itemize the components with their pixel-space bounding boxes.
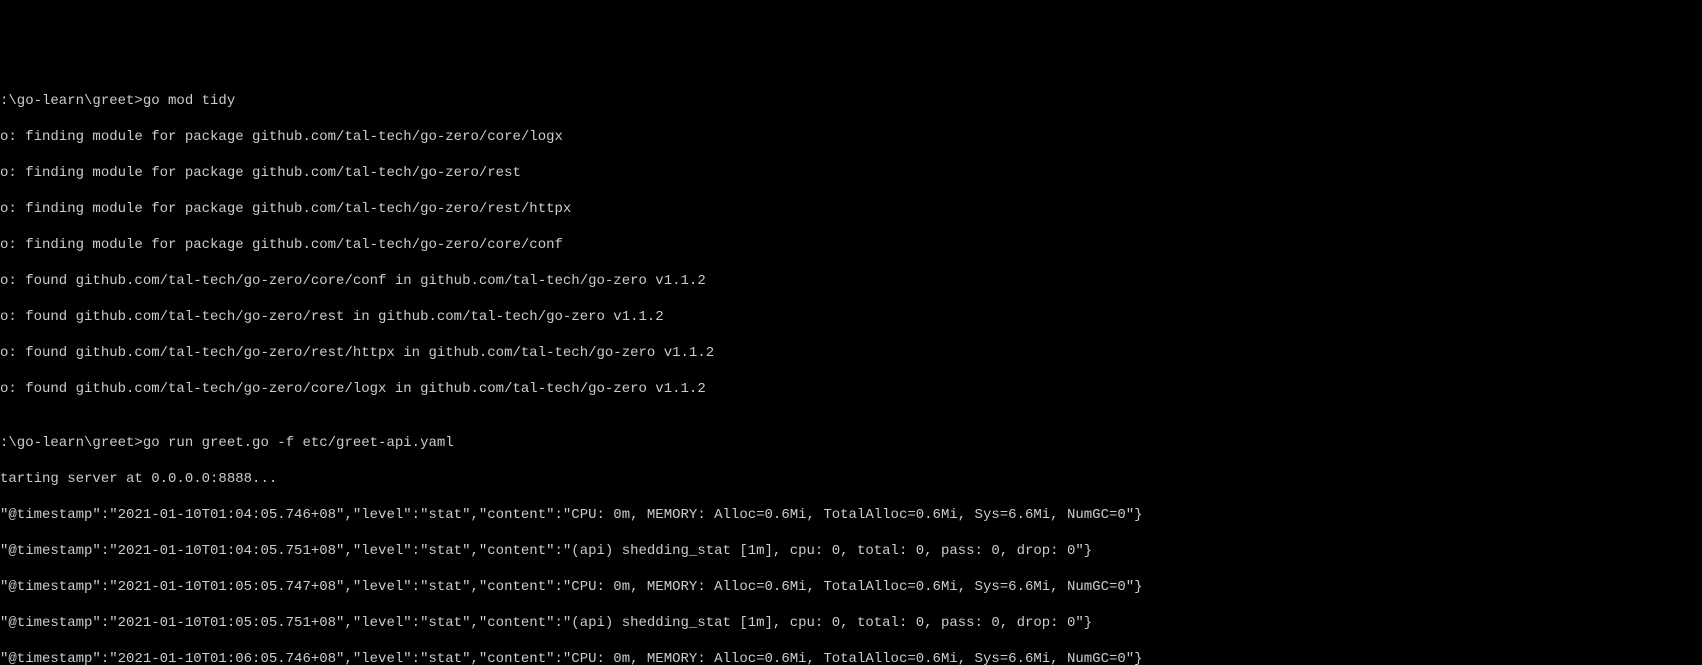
terminal-line: o: found github.com/tal-tech/go-zero/res… [0, 308, 1702, 326]
terminal-line: o: found github.com/tal-tech/go-zero/cor… [0, 272, 1702, 290]
terminal-line: tarting server at 0.0.0.0:8888... [0, 470, 1702, 488]
terminal-line: "@timestamp":"2021-01-10T01:05:05.751+08… [0, 614, 1702, 632]
terminal-line: :\go-learn\greet>go mod tidy [0, 92, 1702, 110]
terminal-line: "@timestamp":"2021-01-10T01:05:05.747+08… [0, 578, 1702, 596]
terminal-line: o: finding module for package github.com… [0, 128, 1702, 146]
terminal-line: o: found github.com/tal-tech/go-zero/cor… [0, 380, 1702, 398]
terminal-line: "@timestamp":"2021-01-10T01:04:05.751+08… [0, 542, 1702, 560]
terminal-output[interactable]: :\go-learn\greet>go mod tidy o: finding … [0, 72, 1702, 665]
terminal-line: o: finding module for package github.com… [0, 164, 1702, 182]
terminal-line: "@timestamp":"2021-01-10T01:04:05.746+08… [0, 506, 1702, 524]
terminal-line: o: found github.com/tal-tech/go-zero/res… [0, 344, 1702, 362]
terminal-line: "@timestamp":"2021-01-10T01:06:05.746+08… [0, 650, 1702, 665]
terminal-line: :\go-learn\greet>go run greet.go -f etc/… [0, 434, 1702, 452]
terminal-line: o: finding module for package github.com… [0, 200, 1702, 218]
terminal-line: o: finding module for package github.com… [0, 236, 1702, 254]
